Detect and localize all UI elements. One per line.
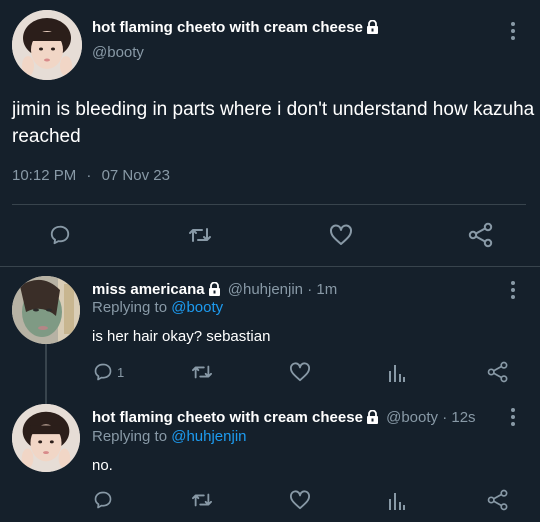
- meta-separator: ·: [442, 409, 448, 426]
- analytics-icon[interactable]: [388, 362, 406, 382]
- author-name[interactable]: hot flaming cheeto with cream cheese: [92, 19, 379, 38]
- meta-separator: ·: [86, 167, 92, 184]
- replying-to-link[interactable]: @booty: [171, 299, 223, 316]
- analytics-icon[interactable]: [388, 490, 406, 510]
- meta-separator: ·: [307, 281, 313, 298]
- like-icon[interactable]: [289, 362, 311, 382]
- replying-to-link[interactable]: @huhjenjin: [171, 428, 246, 445]
- lock-icon: [366, 19, 379, 38]
- replying-prefix: Replying to: [92, 299, 168, 316]
- replying-to: Replying to @booty: [92, 299, 223, 316]
- author-handle[interactable]: @booty: [92, 44, 144, 61]
- replying-to: Replying to @huhjenjin: [92, 428, 247, 445]
- avatar[interactable]: [12, 276, 80, 344]
- reply-text: no.: [92, 457, 113, 474]
- reply-header[interactable]: hot flaming cheeto with cream cheese @bo…: [92, 409, 476, 428]
- lock-icon: [208, 281, 221, 300]
- like-icon[interactable]: [289, 490, 311, 510]
- more-icon[interactable]: [503, 406, 523, 430]
- tweet-date: 07 Nov 23: [101, 167, 170, 184]
- reply-text: is her hair okay? sebastian: [92, 328, 271, 345]
- replying-prefix: Replying to: [92, 428, 168, 445]
- author-display-name[interactable]: miss americana: [92, 281, 205, 298]
- share-icon[interactable]: [468, 222, 494, 248]
- thread-line: [45, 344, 47, 406]
- divider: [0, 266, 540, 267]
- more-icon[interactable]: [503, 279, 523, 303]
- share-icon[interactable]: [487, 361, 509, 383]
- avatar[interactable]: [12, 10, 82, 80]
- tweet-text: jimin is bleeding in parts where i don't…: [12, 99, 535, 147]
- reply-icon[interactable]: 1: [93, 362, 124, 382]
- like-icon[interactable]: [329, 224, 353, 246]
- more-icon[interactable]: [503, 20, 523, 44]
- lock-icon: [366, 409, 379, 428]
- tweet-time: 10:12 PM: [12, 167, 77, 184]
- retweet-icon[interactable]: [188, 224, 212, 246]
- avatar[interactable]: [12, 404, 80, 472]
- reply-icon[interactable]: [93, 490, 113, 510]
- reply-age[interactable]: 12s: [451, 409, 475, 426]
- retweet-icon[interactable]: [191, 490, 213, 510]
- reply-count: 1: [117, 364, 125, 380]
- retweet-icon[interactable]: [191, 362, 213, 382]
- reply-age[interactable]: 1m: [316, 281, 337, 298]
- reply-header[interactable]: miss americana @huhjenjin · 1m: [92, 281, 337, 300]
- author-display-name[interactable]: hot flaming cheeto with cream cheese: [92, 19, 363, 36]
- author-handle[interactable]: @huhjenjin: [228, 281, 303, 298]
- author-handle[interactable]: @booty: [386, 409, 438, 426]
- divider: [12, 204, 526, 205]
- tweet-timestamp[interactable]: 10:12 PM · 07 Nov 23: [12, 167, 170, 184]
- author-display-name[interactable]: hot flaming cheeto with cream cheese: [92, 409, 363, 426]
- reply-icon[interactable]: [49, 224, 71, 246]
- share-icon[interactable]: [487, 489, 509, 511]
